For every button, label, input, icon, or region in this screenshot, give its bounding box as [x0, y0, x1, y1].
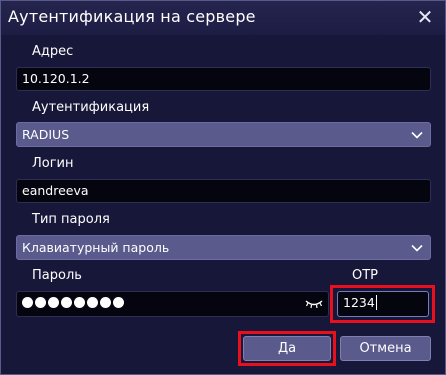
address-label: Адрес: [32, 44, 74, 59]
password-dot: [87, 297, 98, 308]
chevron-down-icon: [411, 244, 423, 252]
password-type-selected-value: Клавиатурный пароль: [22, 240, 170, 255]
password-dot: [35, 297, 46, 308]
auth-label: Аутентификация: [32, 100, 150, 115]
password-dot: [74, 297, 85, 308]
password-dot: [100, 297, 111, 308]
auth-select[interactable]: RADIUS: [16, 122, 431, 147]
address-field[interactable]: 10.120.1.2: [16, 67, 431, 91]
address-value: 10.120.1.2: [22, 71, 90, 86]
dialog-title: Аутентификация на сервере: [8, 7, 256, 26]
password-dot: [22, 297, 33, 308]
login-label: Логин: [32, 156, 74, 171]
chevron-down-icon: [411, 131, 423, 139]
password-field[interactable]: [16, 291, 329, 317]
otp-label: OTP: [352, 268, 379, 283]
auth-dialog: Аутентификация на сервере ✕ Адрес 10.120…: [0, 0, 446, 375]
auth-selected-value: RADIUS: [22, 127, 70, 142]
password-dot: [113, 297, 124, 308]
login-value: eandreeva: [22, 183, 89, 198]
password-dot: [48, 297, 59, 308]
eye-closed-icon[interactable]: [304, 297, 324, 311]
password-type-label: Тип пароля: [32, 212, 110, 227]
ok-highlight-box: [238, 331, 336, 366]
close-icon[interactable]: ✕: [415, 7, 435, 27]
password-type-select[interactable]: Клавиатурный пароль: [16, 235, 431, 260]
cancel-button[interactable]: Отмена: [340, 336, 431, 361]
otp-highlight-box: [330, 285, 435, 323]
title-bar: Аутентификация на сервере ✕: [1, 1, 445, 35]
password-label: Пароль: [32, 268, 82, 283]
password-mask: [22, 297, 124, 308]
password-dot: [61, 297, 72, 308]
login-field[interactable]: eandreeva: [16, 179, 431, 203]
